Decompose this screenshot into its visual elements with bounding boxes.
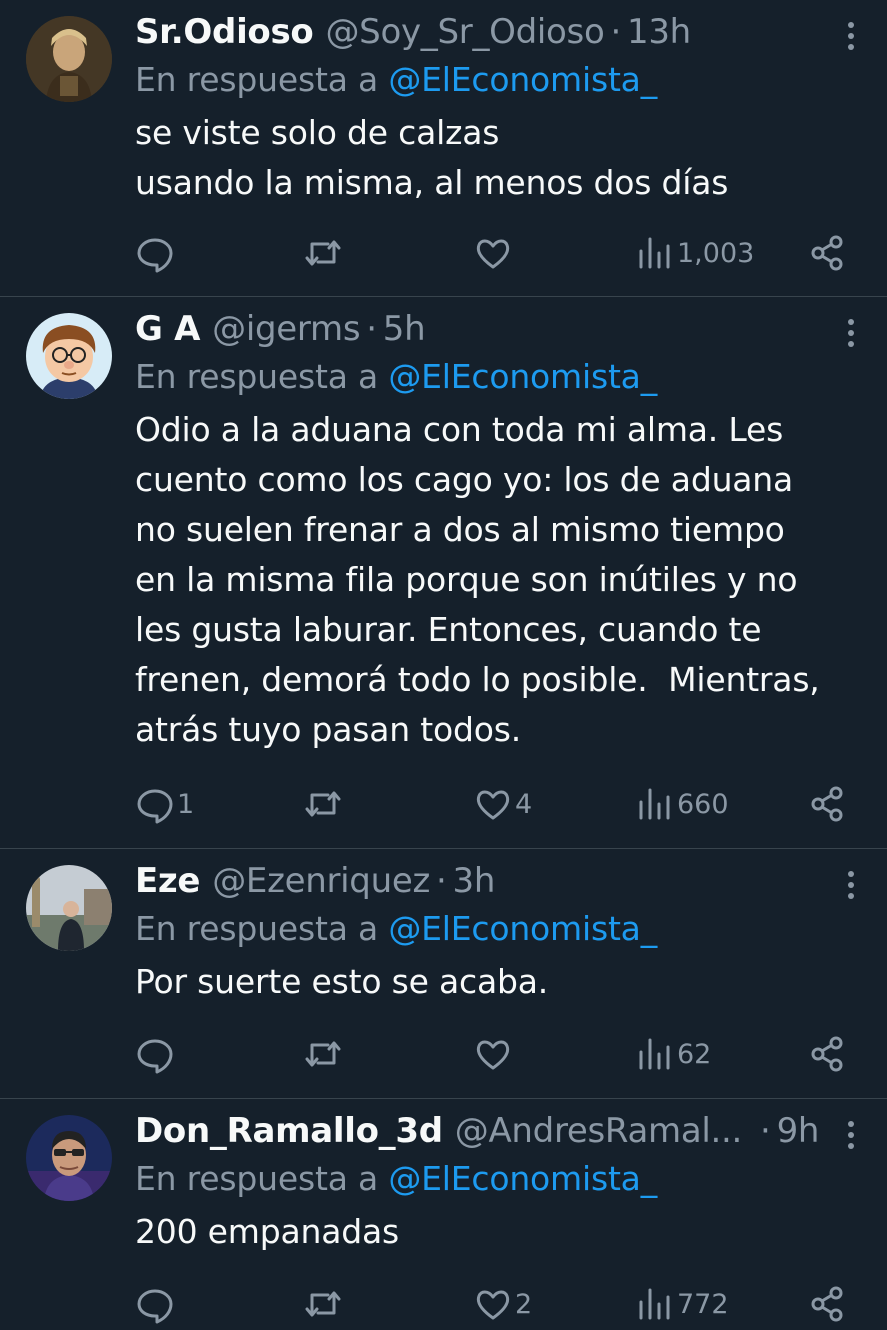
tweet[interactable]: Eze @Ezenriquez · 3h En respuesta a @ElE… (0, 849, 887, 1099)
reply-button[interactable] (135, 228, 177, 278)
display-name[interactable]: G A (135, 309, 200, 349)
user-handle[interactable]: @AndresRamal... (455, 1111, 743, 1151)
views-button[interactable]: 772 (635, 1279, 729, 1329)
tweet-actions: 1 4 660 (135, 779, 847, 829)
reply-prefix: En respuesta a (135, 1159, 389, 1198)
avatar-image (26, 1115, 112, 1201)
views-icon (639, 788, 670, 820)
share-button[interactable] (807, 228, 847, 278)
tweet-actions: 62 (135, 1029, 847, 1079)
share-icon (811, 1036, 843, 1072)
share-icon (811, 1286, 843, 1322)
reply-button[interactable]: 1 (135, 779, 194, 829)
reply-mention-link[interactable]: @ElEconomista_ (388, 60, 657, 99)
retweet-button[interactable] (303, 228, 345, 278)
reply-button[interactable] (135, 1279, 177, 1329)
tweet-text: 200 empanadas (135, 1212, 399, 1251)
share-button[interactable] (807, 1279, 847, 1329)
views-button[interactable]: 62 (635, 1029, 711, 1079)
separator-dot: · (366, 309, 377, 349)
view-count: 660 (677, 788, 729, 820)
separator-dot: · (760, 1111, 771, 1151)
timestamp[interactable]: 5h (383, 309, 426, 349)
user-handle[interactable]: @igerms (212, 309, 360, 349)
views-icon (639, 1038, 670, 1070)
avatar-image (26, 313, 112, 399)
view-count: 772 (677, 1288, 729, 1320)
avatar[interactable] (26, 16, 112, 102)
views-icon (639, 237, 670, 269)
timestamp[interactable]: 13h (627, 12, 691, 52)
views-icon (639, 1288, 670, 1320)
heart-icon (476, 790, 510, 820)
like-count: 4 (515, 788, 533, 820)
user-handle[interactable]: @Ezenriquez (212, 861, 430, 901)
tweet-text: Por suerte esto se acaba. (135, 962, 549, 1001)
retweet-button[interactable] (303, 1029, 345, 1079)
timestamp[interactable]: 9h (777, 1111, 820, 1151)
display-name[interactable]: Don_Ramallo_3d (135, 1111, 443, 1151)
avatar[interactable] (26, 313, 112, 399)
tweet-text: se viste solo de calzas usando la misma,… (135, 113, 729, 202)
more-options-icon[interactable] (833, 867, 869, 903)
reply-prefix: En respuesta a (135, 909, 389, 948)
retweet-icon (305, 240, 341, 266)
retweet-button[interactable] (303, 1279, 345, 1329)
reply-context: En respuesta a @ElEconomista_ (135, 1159, 657, 1198)
view-count: 1,003 (677, 237, 755, 269)
tweet[interactable]: G A @igerms · 5h En respuesta a @ElEcono… (0, 297, 887, 849)
retweet-icon (305, 1041, 341, 1067)
avatar-image (26, 865, 112, 951)
heart-icon (476, 1290, 510, 1320)
heart-icon (476, 239, 510, 269)
reply-context: En respuesta a @ElEconomista_ (135, 357, 657, 396)
tweet[interactable]: Don_Ramallo_3d @AndresRamal... · 9h En r… (0, 1099, 887, 1330)
more-options-icon[interactable] (833, 18, 869, 54)
like-button[interactable]: 2 (473, 1279, 532, 1329)
like-button[interactable] (473, 228, 515, 278)
user-handle[interactable]: @Soy_Sr_Odioso (325, 12, 604, 52)
views-button[interactable]: 1,003 (635, 228, 754, 278)
share-icon (811, 235, 843, 271)
reply-mention-link[interactable]: @ElEconomista_ (388, 357, 657, 396)
avatar-image (26, 16, 112, 102)
tweet-actions: 2 772 (135, 1279, 847, 1329)
views-button[interactable]: 660 (635, 779, 729, 829)
retweet-button[interactable] (303, 779, 345, 829)
share-icon (811, 786, 843, 822)
reply-count: 1 (177, 788, 195, 820)
reply-icon (137, 1289, 173, 1324)
display-name[interactable]: Sr.Odioso (135, 12, 314, 52)
display-name[interactable]: Eze (135, 861, 200, 901)
share-button[interactable] (807, 779, 847, 829)
share-button[interactable] (807, 1029, 847, 1079)
reply-prefix: En respuesta a (135, 357, 389, 396)
avatar[interactable] (26, 865, 112, 951)
avatar[interactable] (26, 1115, 112, 1201)
reply-icon (137, 238, 173, 273)
timestamp[interactable]: 3h (453, 861, 496, 901)
reply-button[interactable] (135, 1029, 177, 1079)
separator-dot: · (610, 12, 621, 52)
reply-context: En respuesta a @ElEconomista_ (135, 60, 657, 99)
tweet-text: Odio a la aduana con toda mi alma. Les c… (135, 410, 820, 749)
like-button[interactable]: 4 (473, 779, 532, 829)
like-count: 2 (515, 1288, 533, 1320)
reply-prefix: En respuesta a (135, 60, 389, 99)
more-options-icon[interactable] (833, 315, 869, 351)
retweet-icon (305, 791, 341, 817)
reply-icon (137, 1039, 173, 1074)
tweet[interactable]: Sr.Odioso @Soy_Sr_Odioso · 13h En respue… (0, 0, 887, 297)
reply-mention-link[interactable]: @ElEconomista_ (388, 1159, 657, 1198)
tweet-actions: 1,003 (135, 228, 847, 278)
like-button[interactable] (473, 1029, 515, 1079)
separator-dot: · (436, 861, 447, 901)
reply-mention-link[interactable]: @ElEconomista_ (388, 909, 657, 948)
heart-icon (476, 1040, 510, 1070)
retweet-icon (305, 1291, 341, 1317)
reply-context: En respuesta a @ElEconomista_ (135, 909, 657, 948)
view-count: 62 (677, 1038, 712, 1070)
reply-icon (137, 789, 173, 824)
more-options-icon[interactable] (833, 1117, 869, 1153)
